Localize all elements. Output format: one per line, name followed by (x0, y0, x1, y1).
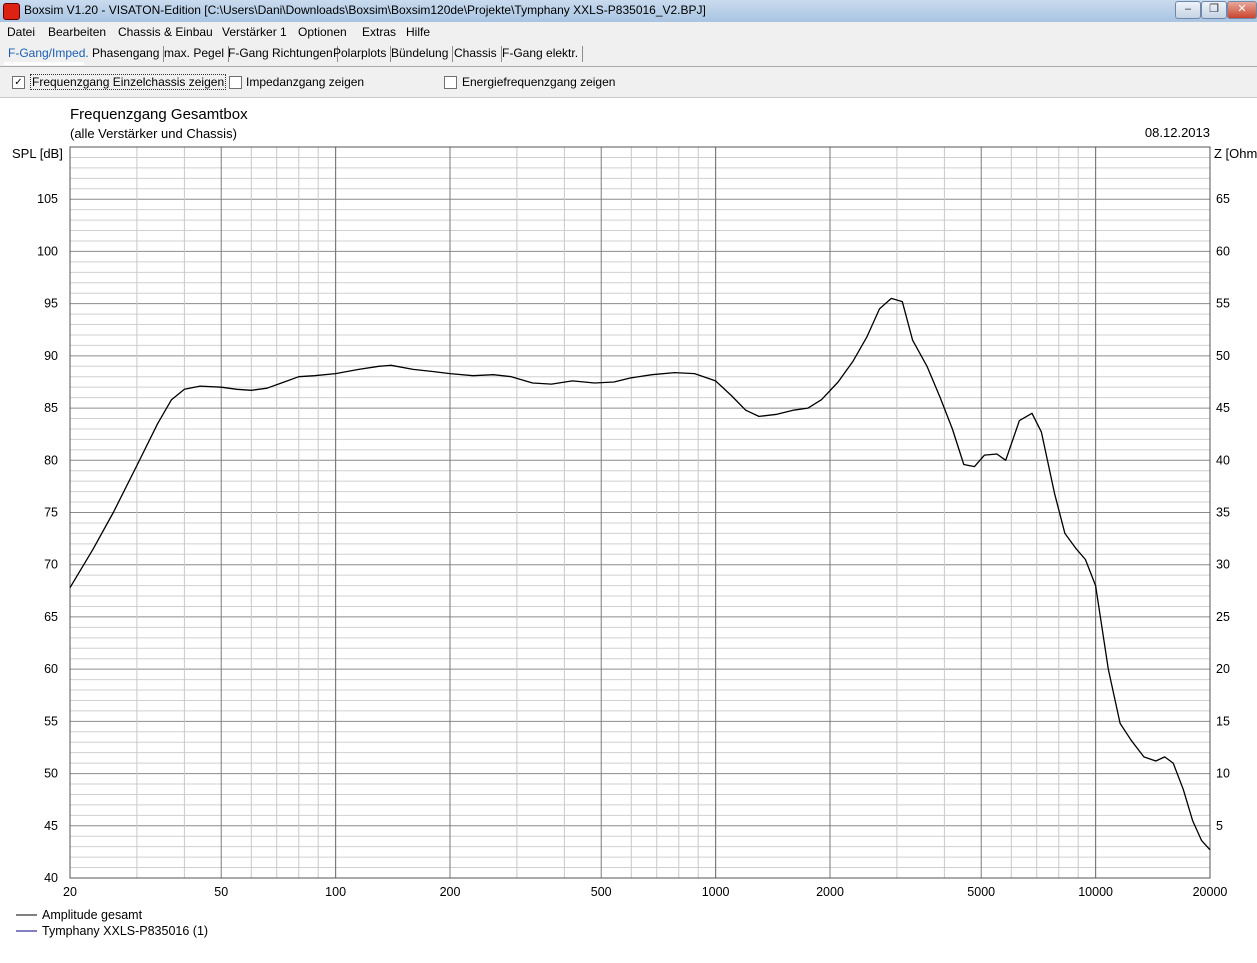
y-tick-label: 70 (44, 558, 58, 572)
series-lines (69, 297, 1211, 851)
menu-verstaerker[interactable]: Verstärker 1 (222, 25, 287, 39)
checkbox-einzelchassis[interactable]: ✓ (12, 76, 25, 89)
y-tick-label: 45 (44, 819, 58, 833)
y-tick-label: 40 (44, 871, 58, 885)
checkbox-impedanzgang[interactable] (229, 76, 242, 89)
y-tick-label: 100 (37, 244, 58, 258)
tab-fgang-imped[interactable]: F-Gang/Imped. (8, 46, 93, 62)
y2-tick-label: 20 (1216, 662, 1230, 676)
tab-max-pegel[interactable]: max. Pegel (164, 46, 230, 62)
y2-tick-label: 45 (1216, 401, 1230, 415)
series-line-0 (69, 297, 1211, 851)
y-tick-label: 75 (44, 506, 58, 520)
label-impedanzgang[interactable]: Impedanzgang zeigen (246, 75, 364, 89)
options-bar: ✓ Frequenzgang Einzelchassis zeigen Impe… (0, 67, 1257, 98)
tick-labels: 40 45 50 55 60 65 70 75 80 85 90 95 100 105 5 10 15 20 25 3… (37, 192, 1230, 899)
y2-tick-label: 35 (1216, 506, 1230, 520)
y2-tick-label: 15 (1216, 714, 1230, 728)
tab-polarplots[interactable]: Polarplots (333, 46, 392, 62)
x-tick-label: 2000 (816, 885, 844, 899)
tab-phasengang[interactable]: Phasengang (92, 46, 165, 62)
legend-label-chassis: Tymphany XXLS-P835016 (1) (42, 924, 208, 938)
y-tick-label: 80 (44, 453, 58, 467)
y-tick-label: 55 (44, 714, 58, 728)
y2-tick-label: 65 (1216, 192, 1230, 206)
label-einzelchassis[interactable]: Frequenzgang Einzelchassis zeigen (30, 74, 227, 90)
tab-buendelung[interactable]: Bündelung (391, 46, 454, 62)
y2-tick-label: 30 (1216, 558, 1230, 572)
menu-datei[interactable]: Datei (7, 25, 35, 39)
x-tick-label: 20 (63, 885, 77, 899)
window-title: Boxsim V1.20 - VISATON-Edition [C:\Users… (24, 3, 706, 17)
y-tick-label: 95 (44, 297, 58, 311)
legend-label-amplitude: Amplitude gesamt (42, 908, 143, 922)
y-tick-label: 65 (44, 610, 58, 624)
tab-chassis[interactable]: Chassis (454, 46, 502, 62)
x-tick-label: 500 (591, 885, 612, 899)
chart-title: Frequenzgang Gesamtbox (70, 106, 248, 123)
y2-tick-label: 10 (1216, 767, 1230, 781)
chart-subtitle: (alle Verstärker und Chassis) (70, 126, 237, 141)
menu-hilfe[interactable]: Hilfe (406, 25, 430, 39)
legend: Amplitude gesamt Tymphany XXLS-P835016 (… (16, 908, 208, 938)
label-energiefrequenzgang[interactable]: Energiefrequenzgang zeigen (462, 75, 615, 89)
x-tick-label: 5000 (967, 885, 995, 899)
x-tick-label: 200 (440, 885, 461, 899)
active-tab-underline (4, 62, 84, 65)
frequency-response-chart: Frequenzgang Gesamtbox (alle Verstärker … (12, 106, 1257, 938)
y2-tick-label: 55 (1216, 297, 1230, 311)
y-axis-label: SPL [dB] (12, 146, 63, 161)
menu-optionen[interactable]: Optionen (298, 25, 347, 39)
chart-date: 08.12.2013 (1145, 125, 1210, 140)
y2-tick-label: 60 (1216, 244, 1230, 258)
menu-chassis-einbau[interactable]: Chassis & Einbau (118, 25, 213, 39)
menu-bearbeiten[interactable]: Bearbeiten (48, 25, 106, 39)
title-bar: Boxsim V1.20 - VISATON-Edition [C:\Users… (0, 0, 1257, 23)
minimize-button[interactable]: – (1175, 1, 1201, 19)
menu-extras[interactable]: Extras (362, 25, 396, 39)
y-tick-label: 60 (44, 662, 58, 676)
y2-axis-label: Z [Ohm (1214, 146, 1257, 161)
plot-area: Frequenzgang Gesamtbox (alle Verstärker … (4, 98, 1257, 960)
y2-tick-label: 5 (1216, 819, 1223, 833)
y-tick-label: 50 (44, 767, 58, 781)
y2-tick-label: 25 (1216, 610, 1230, 624)
tab-fgang-elektr[interactable]: F-Gang elektr. (502, 46, 584, 62)
x-tick-label: 1000 (702, 885, 730, 899)
y2-tick-label: 40 (1216, 453, 1230, 467)
y-tick-label: 105 (37, 192, 58, 206)
x-tick-label: 100 (325, 885, 346, 899)
tab-bar: F-Gang/Imped. Phasengang max. Pegel F-Ga… (0, 42, 1257, 66)
close-button[interactable]: ✕ (1227, 1, 1257, 19)
x-tick-label: 20000 (1193, 885, 1228, 899)
tab-fgang-richtungen[interactable]: F-Gang Richtungen (228, 46, 338, 62)
y-tick-label: 85 (44, 401, 58, 415)
y2-tick-label: 50 (1216, 349, 1230, 363)
x-tick-label: 50 (214, 885, 228, 899)
app-icon (3, 3, 20, 20)
maximize-button[interactable]: ❐ (1201, 1, 1227, 19)
menu-bar: Datei Bearbeiten Chassis & Einbau Verstä… (0, 22, 1257, 42)
grid-lines (69, 146, 1211, 879)
checkbox-energiefrequenzgang[interactable] (444, 76, 457, 89)
x-tick-label: 10000 (1078, 885, 1113, 899)
y-tick-label: 90 (44, 349, 58, 363)
